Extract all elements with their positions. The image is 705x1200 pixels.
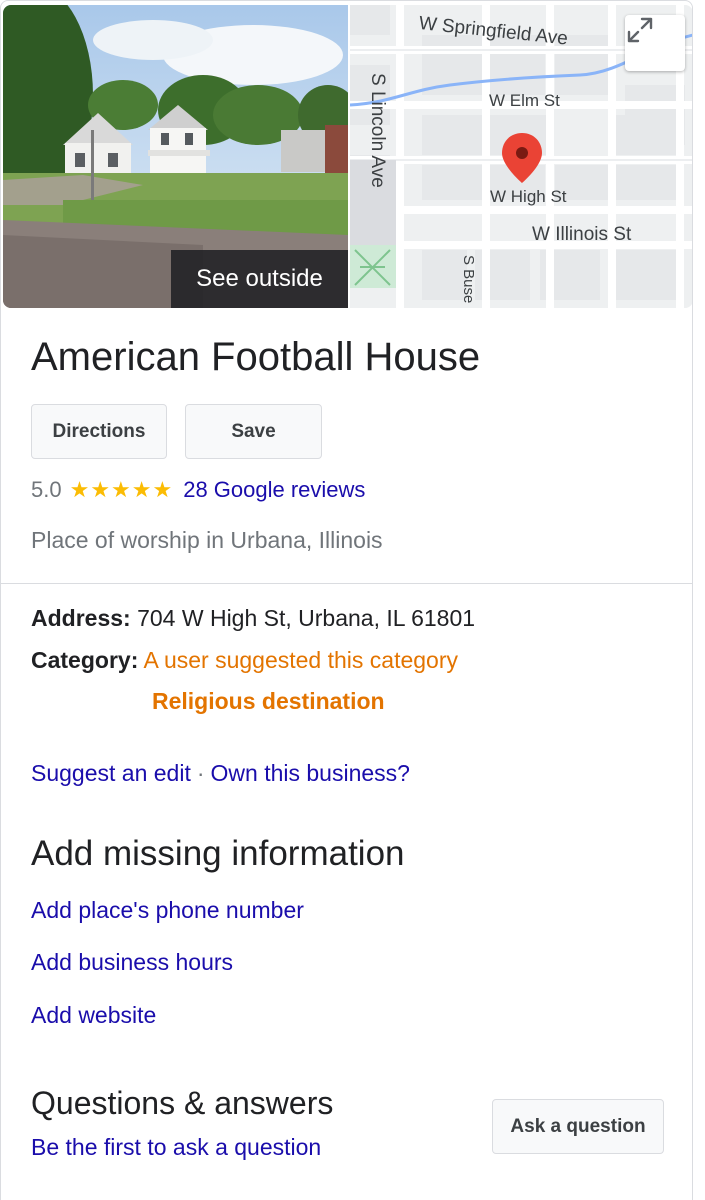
map-label-elm: W Elm St bbox=[489, 91, 560, 110]
map-label-busey: S Buse bbox=[460, 255, 477, 304]
directions-button[interactable]: Directions bbox=[31, 404, 167, 459]
category-row: Category: A user suggested this category bbox=[31, 647, 458, 674]
own-business-link[interactable]: Own this business? bbox=[211, 760, 410, 786]
address-label: Address: bbox=[31, 605, 131, 631]
category-note: A user suggested this category bbox=[138, 647, 459, 673]
qa-title: Questions & answers bbox=[31, 1085, 334, 1121]
map-label-illinois: W Illinois St bbox=[532, 224, 632, 245]
reviews-link[interactable]: 28 Google reviews bbox=[183, 477, 365, 503]
missing-info-title: Add missing information bbox=[31, 834, 405, 873]
section-divider bbox=[1, 583, 692, 584]
add-phone-link[interactable]: Add place's phone number bbox=[31, 897, 304, 924]
category-value[interactable]: Religious destination bbox=[152, 688, 385, 715]
save-button[interactable]: Save bbox=[185, 404, 322, 459]
media-row: See outside W Springfield Ave W Elm St W… bbox=[3, 5, 692, 309]
first-ask-link[interactable]: Be the first to ask a question bbox=[31, 1134, 321, 1161]
suggest-edit-link[interactable]: Suggest an edit bbox=[31, 760, 191, 786]
map-label-high: W High St bbox=[490, 187, 567, 206]
rating-row: 5.0 ★★★★★ 28 Google reviews bbox=[31, 477, 365, 503]
link-separator: · bbox=[196, 760, 205, 786]
expand-map-button[interactable] bbox=[625, 15, 685, 71]
place-title: American Football House bbox=[31, 335, 481, 379]
address-row: Address: 704 W High St, Urbana, IL 61801 bbox=[31, 605, 475, 632]
ask-question-button[interactable]: Ask a question bbox=[492, 1099, 664, 1154]
address-value[interactable]: 704 W High St, Urbana, IL 61801 bbox=[131, 605, 475, 631]
knowledge-panel: See outside W Springfield Ave W Elm St W… bbox=[0, 0, 693, 1200]
location-map[interactable]: W Springfield Ave W Elm St W High St W I… bbox=[350, 5, 692, 308]
place-category-subtitle: Place of worship in Urbana, Illinois bbox=[31, 527, 383, 553]
edit-links-row: Suggest an edit · Own this business? bbox=[31, 760, 410, 787]
map-label-lincoln: S Lincoln Ave bbox=[367, 73, 388, 188]
rating-value: 5.0 bbox=[31, 477, 62, 502]
category-label: Category: bbox=[31, 647, 139, 673]
add-website-link[interactable]: Add website bbox=[31, 1002, 156, 1029]
see-outside-button[interactable]: See outside bbox=[171, 250, 348, 308]
street-view-photo[interactable]: See outside bbox=[3, 5, 348, 308]
rating-stars-icon: ★★★★★ bbox=[69, 477, 174, 502]
add-hours-link[interactable]: Add business hours bbox=[31, 949, 233, 976]
expand-icon bbox=[627, 17, 653, 43]
